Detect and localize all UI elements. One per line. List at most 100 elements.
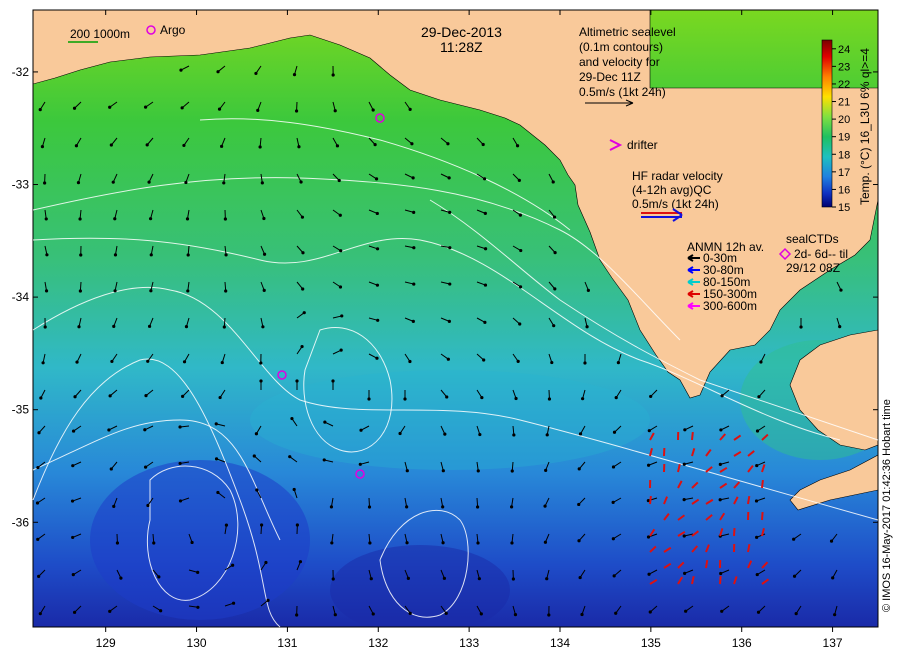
velocity-arrowhead [517,178,521,182]
velocity-arrowhead [583,361,587,365]
velocity-arrowhead [255,488,259,492]
velocity-arrowhead [375,211,379,216]
sealctd-line-2: 2d- 6d-- til [794,247,848,261]
velocity-arrowhead [519,248,523,253]
hf-radar-arrow [691,431,694,441]
velocity-arrowhead [683,428,687,432]
velocity-arrowhead [544,468,548,472]
velocity-arrowhead [78,289,82,293]
velocity-arrowhead [331,577,335,581]
velocity-arrowhead [300,344,304,349]
velocity-arrowhead [216,70,220,74]
velocity-arrowhead [718,498,722,502]
velocity-arrowhead [448,246,452,250]
velocity-arrowhead [73,395,77,399]
hf-line-3: 0.5m/s (1kt 24h) [632,197,719,211]
velocity-arrowhead [792,574,797,578]
velocity-arrowhead [516,359,520,363]
time-label: 11:28Z [440,39,483,55]
velocity-arrowhead [109,143,113,147]
velocity-arrowhead [290,416,294,421]
velocity-arrowhead [340,314,344,318]
velocity-arrowhead [261,325,265,329]
velocity-arrowhead [178,425,182,429]
x-tick-label: 137 [823,636,843,650]
velocity-arrowhead [443,432,447,436]
x-tick-label: 131 [277,636,297,650]
velocity-arrowhead [408,611,412,615]
velocity-arrowhead [217,107,222,111]
velocity-arrowhead [331,379,335,383]
velocity-arrowhead [111,180,115,184]
velocity-arrowhead [447,176,451,180]
velocity-arrowhead [259,361,263,365]
velocity-arrowhead [441,505,445,509]
velocity-arrowhead [44,217,48,221]
velocity-arrowhead [481,142,485,147]
date-label: 29-Dec-2013 [421,24,502,40]
velocity-arrowhead [146,359,150,363]
velocity-arrowhead [647,572,651,576]
y-tick-label: -34 [12,290,30,304]
velocity-arrowhead [79,253,83,257]
velocity-arrowhead [256,108,260,113]
velocity-arrowhead [682,534,686,538]
velocity-arrowhead [445,395,449,399]
velocity-arrowhead [448,210,452,214]
velocity-arrowhead [648,610,652,614]
velocity-arrowhead [374,177,379,181]
velocity-arrowhead [144,394,148,398]
velocity-arrowhead [756,610,761,614]
velocity-arrowhead [682,462,686,466]
velocity-arrowhead [335,144,340,148]
velocity-arrowhead [148,217,153,221]
colorbar-tick-label: 24 [838,44,850,56]
velocity-arrowhead [682,498,686,502]
velocity-arrowhead [184,325,189,329]
velocity-arrowhead [410,142,414,146]
velocity-arrowhead [553,251,557,255]
velocity-arrowhead [649,394,653,399]
x-tick-label: 130 [187,636,207,650]
velocity-arrowhead [476,541,480,545]
velocity-arrowhead [222,325,226,329]
velocity-arrowhead [41,361,45,365]
velocity-arrowhead [757,395,761,399]
velocity-arrowhead [149,253,153,257]
velocity-arrowhead [794,611,798,616]
velocity-arrowhead [298,560,303,564]
velocity-arrowhead [262,252,267,256]
velocity-arrowhead [545,577,549,581]
velocity-arrowhead [799,325,803,329]
velocity-arrowhead [113,217,117,221]
velocity-arrowhead [684,609,688,613]
velocity-arrowhead [216,490,220,495]
velocity-arrowhead [577,502,581,507]
velocity-arrowhead [515,144,520,148]
colorbar-tick-label: 18 [838,149,850,161]
x-tick-label: 133 [459,636,479,650]
velocity-arrowhead [331,73,335,77]
velocity-arrowhead [755,463,759,468]
velocity-arrowhead [186,253,190,257]
velocity-arrowhead [543,504,547,508]
velocity-arrowhead [329,505,334,509]
velocity-arrowhead [612,574,616,578]
velocity-arrowhead [375,283,380,287]
velocity-arrowhead [109,467,113,471]
velocity-arrowhead [147,324,152,328]
velocity-arrowhead [72,610,77,614]
velocity-arrowhead [184,180,188,185]
sst-map: 129 130 131 132 133 134 135 136 137 -32 -33 -34 -35… [12,9,893,650]
velocity-arrowhead [585,325,589,329]
velocity-arrowhead [483,283,488,287]
velocity-arrowhead [36,537,40,541]
velocity-arrowhead [371,612,375,616]
velocity-arrowhead [483,320,487,324]
velocity-arrowhead [512,433,516,437]
y-tick-label: -35 [12,403,30,417]
velocity-arrowhead [186,289,190,293]
velocity-arrowhead [513,613,518,617]
velocity-arrowhead [368,541,372,545]
velocity-arrowhead [74,144,79,148]
